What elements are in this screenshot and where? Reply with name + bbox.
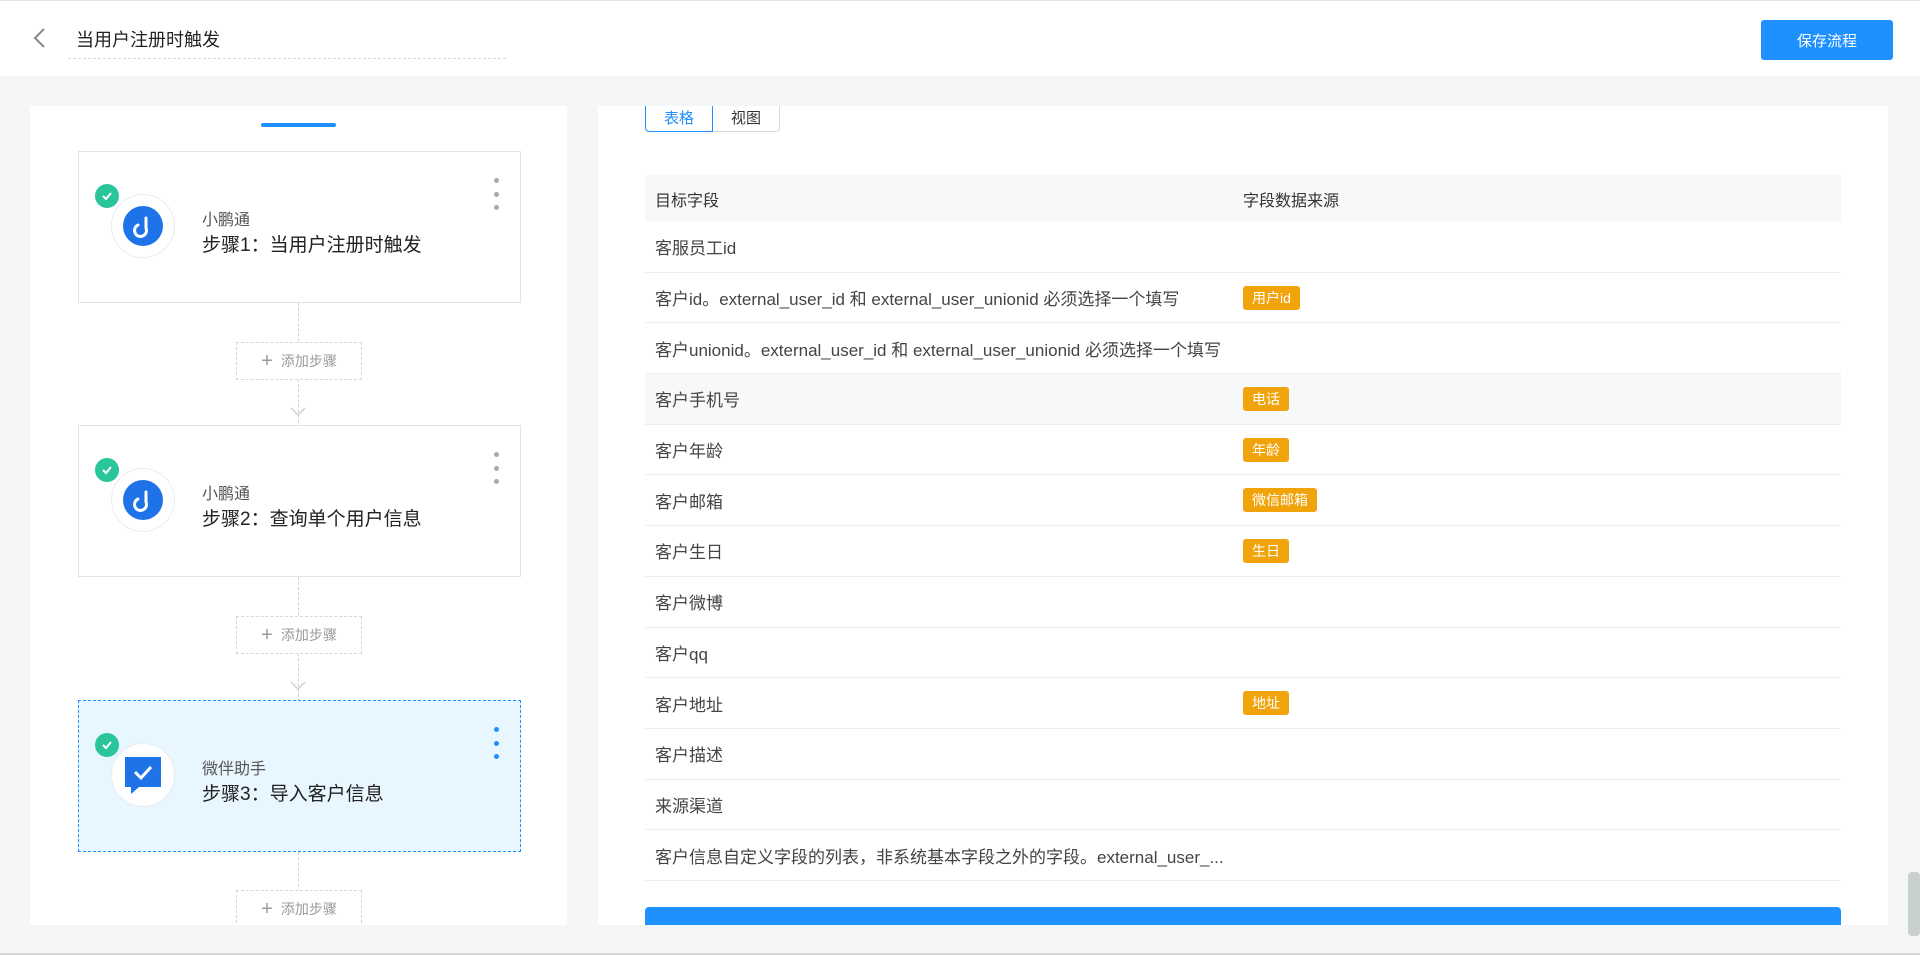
arrow-down-icon (290, 681, 306, 691)
table-row[interactable]: 客户地址 地址 (645, 678, 1841, 729)
steps-panel: 小鹏通 步骤1：当用户注册时触发 + 添加步骤 小鹏通 步骤2：查询单个用户信息… (30, 106, 567, 925)
data-source-cell[interactable]: 微信邮箱 (1243, 488, 1841, 513)
table-row[interactable]: 客户手机号 电话 (645, 374, 1841, 425)
target-field-cell: 客户年龄 (655, 442, 723, 462)
target-field-cell: 客服员工id (655, 239, 737, 259)
add-step-button[interactable]: + 添加步骤 (236, 616, 362, 654)
arrow-down-icon (290, 407, 306, 417)
plus-icon: + (261, 624, 273, 646)
more-options-icon[interactable] (491, 178, 501, 210)
table-row[interactable]: 客服员工id (645, 222, 1841, 273)
data-source-cell[interactable]: 电话 (1243, 386, 1841, 411)
flow-title-input[interactable] (68, 19, 506, 59)
table-row[interactable]: 客户qq (645, 628, 1841, 679)
step-card-2[interactable]: 小鹏通 步骤2：查询单个用户信息 (78, 425, 521, 577)
plus-icon: + (261, 898, 273, 920)
table-row[interactable]: 客户生日 生日 (645, 526, 1841, 577)
table-row[interactable]: 客户微博 (645, 577, 1841, 628)
check-icon (95, 733, 119, 757)
app-icon-frame (111, 194, 175, 258)
step-title: 步骤3：导入客户信息 (202, 784, 384, 805)
source-tag[interactable]: 电话 (1243, 386, 1289, 411)
goose-icon (123, 206, 163, 246)
target-field-cell: 客户qq (655, 644, 708, 664)
check-icon (95, 184, 119, 208)
add-step-button[interactable]: + 添加步骤 (236, 890, 362, 925)
scroll-indicator (261, 123, 336, 127)
chevron-left-icon (33, 28, 45, 48)
table-row[interactable]: 来源渠道 (645, 780, 1841, 831)
more-options-icon[interactable] (491, 452, 501, 484)
target-field-cell: 客户信息自定义字段的列表，非系统基本字段之外的字段。external_user_… (655, 847, 1224, 867)
header-target-field: 目标字段 (655, 192, 720, 210)
step-app-name: 微伴助手 (202, 761, 267, 778)
target-field-cell: 客户微博 (655, 594, 723, 614)
field-mapping-panel: 表格 视图 目标字段 字段数据来源 客服员工id 客户id。external_us… (598, 106, 1888, 925)
target-field-cell: 客户手机号 (655, 391, 740, 411)
table-row[interactable]: 客户id。external_user_id 和 external_user_un… (645, 273, 1841, 324)
data-source-cell[interactable]: 年龄 (1243, 437, 1841, 462)
table-row[interactable]: 客户unionid。external_user_id 和 external_us… (645, 323, 1841, 375)
app-icon-frame (111, 468, 175, 532)
step-card-3[interactable]: 微伴助手 步骤3：导入客户信息 (78, 700, 521, 852)
bottom-action-bar[interactable] (645, 907, 1841, 925)
field-table: 目标字段 字段数据来源 客服员工id 客户id。external_user_id … (645, 175, 1841, 881)
tab-table[interactable]: 表格 (645, 106, 714, 132)
step-app-name: 小鹏通 (202, 486, 251, 503)
source-tag[interactable]: 微信邮箱 (1243, 488, 1317, 513)
view-tabs: 表格 视图 (645, 106, 781, 132)
target-field-cell: 来源渠道 (655, 796, 723, 816)
target-field-cell: 客户邮箱 (655, 492, 723, 512)
header-data-source: 字段数据来源 (1243, 192, 1340, 210)
more-options-icon[interactable] (491, 727, 501, 759)
table-header: 目标字段 字段数据来源 (645, 175, 1841, 222)
plus-icon: + (261, 350, 273, 372)
chat-check-icon (125, 757, 161, 794)
scrollbar-handle[interactable] (1908, 872, 1920, 936)
step-card-1[interactable]: 小鹏通 步骤1：当用户注册时触发 (78, 151, 521, 303)
step-app-name: 小鹏通 (202, 212, 251, 229)
target-field-cell: 客户地址 (655, 695, 723, 715)
target-field-cell: 客户unionid。external_user_id 和 external_us… (655, 340, 1221, 360)
table-row[interactable]: 客户描述 (645, 729, 1841, 780)
table-body: 客服员工id 客户id。external_user_id 和 external_u… (645, 222, 1841, 881)
check-icon (95, 458, 119, 482)
target-field-cell: 客户生日 (655, 543, 723, 563)
table-row[interactable]: 客户信息自定义字段的列表，非系统基本字段之外的字段。external_user_… (645, 830, 1841, 881)
source-tag[interactable]: 生日 (1243, 538, 1289, 563)
source-tag[interactable]: 用户id (1243, 285, 1300, 310)
back-button[interactable] (24, 23, 54, 53)
tab-view[interactable]: 视图 (713, 106, 781, 132)
app-icon-frame (111, 743, 175, 807)
goose-icon (123, 480, 163, 520)
step-title: 步骤1：当用户注册时触发 (202, 235, 422, 256)
data-source-cell[interactable]: 生日 (1243, 538, 1841, 563)
source-tag[interactable]: 年龄 (1243, 437, 1289, 462)
table-row[interactable]: 客户年龄 年龄 (645, 425, 1841, 476)
table-row[interactable]: 客户邮箱 微信邮箱 (645, 475, 1841, 527)
add-step-button[interactable]: + 添加步骤 (236, 342, 362, 380)
source-tag[interactable]: 地址 (1243, 691, 1289, 716)
step-title: 步骤2：查询单个用户信息 (202, 509, 422, 530)
save-flow-button[interactable]: 保存流程 (1761, 20, 1893, 60)
top-header: 保存流程 (0, 0, 1920, 76)
data-source-cell[interactable]: 用户id (1243, 285, 1841, 310)
step-connector (298, 852, 299, 892)
target-field-cell: 客户id。external_user_id 和 external_user_un… (655, 290, 1180, 310)
target-field-cell: 客户描述 (655, 746, 723, 766)
data-source-cell[interactable]: 地址 (1243, 691, 1841, 716)
